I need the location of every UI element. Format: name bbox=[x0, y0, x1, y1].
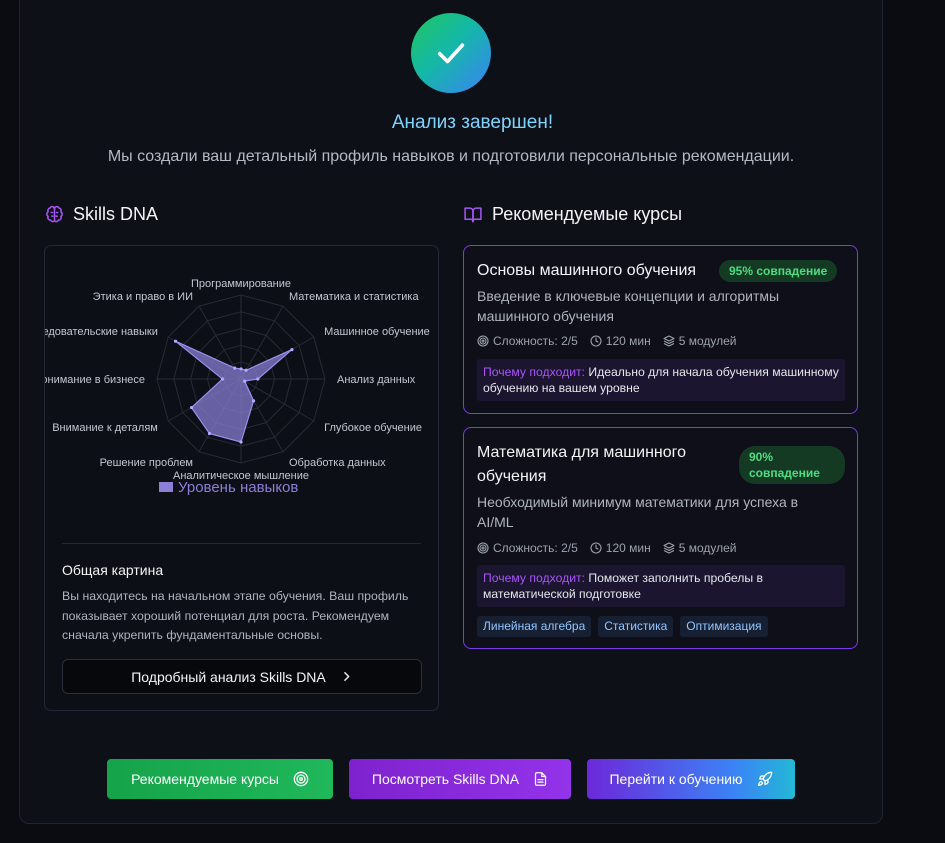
difficulty-meta: Сложность: 2/5 bbox=[477, 334, 578, 348]
radar-data-point bbox=[233, 366, 237, 370]
radar-data-point bbox=[243, 379, 247, 383]
book-open-icon bbox=[464, 207, 482, 223]
layers-icon bbox=[663, 542, 675, 554]
overview-title: Общая картина bbox=[62, 562, 164, 578]
course-card[interactable]: Основы машинного обучения 95% совпадение… bbox=[463, 245, 858, 414]
modules-label: 5 модулей bbox=[678, 334, 737, 348]
page-subtitle: Мы создали ваш детальный профиль навыков… bbox=[107, 148, 795, 165]
recommended-courses-button[interactable]: Рекомендуемые курсы bbox=[107, 759, 333, 799]
radar-axis-label: Машинное обучение bbox=[324, 326, 430, 338]
course-meta: Сложность: 2/5 120 мин 5 модулей bbox=[477, 541, 737, 555]
difficulty-meta: Сложность: 2/5 bbox=[477, 541, 578, 555]
rocket-icon bbox=[757, 771, 772, 786]
match-badge: 95% совпадение bbox=[719, 260, 838, 282]
radar-axis-label: Исследовательские навыки bbox=[45, 326, 158, 338]
recommended-courses-button-label: Рекомендуемые курсы bbox=[131, 771, 279, 787]
target-icon bbox=[477, 335, 489, 347]
why-fits-box: Почему подходит: Идеально для начала обу… bbox=[477, 359, 845, 401]
chevron-right-icon bbox=[343, 672, 350, 681]
start-learning-button-label: Перейти к обучению bbox=[609, 771, 743, 787]
radar-data-point bbox=[220, 377, 225, 381]
duration-label: 120 мин bbox=[605, 541, 651, 555]
radar-data-point bbox=[290, 348, 294, 352]
modules-meta: 5 модулей bbox=[663, 334, 737, 348]
legend-label: Уровень навыков bbox=[178, 479, 298, 496]
radar-data-point bbox=[173, 339, 178, 343]
skills-dna-heading-label: Skills DNA bbox=[73, 204, 159, 224]
course-title: Основы машинного обучения bbox=[477, 262, 697, 279]
legend-swatch bbox=[159, 482, 173, 492]
clock-icon bbox=[590, 542, 602, 554]
tag-optimization: Оптимизация bbox=[680, 616, 768, 637]
radar-axis-label: Внимание к деталям bbox=[52, 422, 158, 434]
difficulty-label: Сложность: 2/5 bbox=[493, 541, 578, 555]
course-meta: Сложность: 2/5 120 мин 5 модулей bbox=[477, 334, 737, 348]
recommended-courses-heading: Рекомендуемые курсы bbox=[463, 204, 682, 225]
course-card[interactable]: Математика для машинного обучения 90% со… bbox=[463, 427, 858, 649]
tag-statistics: Статистика bbox=[598, 616, 674, 637]
why-fits-label: Почему подходит: bbox=[483, 365, 585, 379]
radar-data-point bbox=[244, 368, 248, 372]
radar-data-point bbox=[239, 367, 243, 371]
why-fits-box: Почему подходит: Поможет заполнить пробе… bbox=[477, 565, 845, 607]
start-learning-button[interactable]: Перейти к обучению bbox=[587, 759, 795, 799]
course-title: Математика для машинного обучения bbox=[477, 444, 687, 485]
duration-label: 120 мин bbox=[605, 334, 651, 348]
duration-meta: 120 мин bbox=[590, 334, 651, 348]
duration-meta: 120 мин bbox=[590, 541, 651, 555]
radar-data-point bbox=[239, 440, 243, 444]
radar-axis-label: Понимание в бизнесе bbox=[45, 374, 145, 386]
radar-data-point bbox=[256, 377, 260, 381]
radar-data-point bbox=[189, 405, 194, 410]
clock-icon bbox=[590, 335, 602, 347]
course-description: Необходимый минимум математики для успех… bbox=[477, 494, 799, 530]
course-tags: Линейная алгебра Статистика Оптимизация bbox=[477, 616, 768, 637]
tag-linear-algebra: Линейная алгебра bbox=[477, 616, 592, 637]
layers-icon bbox=[663, 335, 675, 347]
radar-axis-label: Обработка данных bbox=[289, 457, 386, 469]
modules-label: 5 модулей bbox=[678, 541, 737, 555]
radar-series-area bbox=[175, 340, 293, 443]
overview-text: Вы находитесь на начальном этапе обучени… bbox=[62, 589, 409, 642]
radar-axis-label: Программирование bbox=[191, 278, 291, 290]
radar-axis-label: Анализ данных bbox=[337, 374, 416, 386]
radar-axis-label: Решение проблем bbox=[100, 457, 193, 469]
detailed-analysis-button[interactable]: Подробный анализ Skills DNA bbox=[62, 659, 422, 694]
skills-dna-heading: Skills DNA bbox=[45, 204, 158, 225]
check-icon bbox=[437, 43, 465, 64]
modules-meta: 5 модулей bbox=[663, 541, 737, 555]
radar-axis-label: Математика и статистика bbox=[289, 291, 419, 303]
radar-data-point bbox=[252, 399, 256, 403]
page-title: Анализ завершен! bbox=[391, 112, 554, 133]
radar-axis-label: Глубокое обучение bbox=[324, 422, 422, 434]
card-divider bbox=[62, 543, 421, 544]
match-badge: 90% совпадение bbox=[739, 446, 845, 484]
target-icon bbox=[477, 542, 489, 554]
skills-dna-card: Программирование Математика и статистика М… bbox=[44, 245, 439, 711]
view-skills-dna-button-label: Посмотреть Skills DNA bbox=[371, 771, 520, 787]
course-description: Введение в ключевые концепции и алгоритм… bbox=[477, 288, 780, 324]
file-text-icon bbox=[534, 772, 547, 786]
brain-icon bbox=[46, 205, 63, 223]
recommended-courses-heading-label: Рекомендуемые курсы bbox=[492, 204, 683, 224]
success-check-badge bbox=[411, 13, 491, 93]
detailed-analysis-label: Подробный анализ Skills DNA bbox=[131, 668, 326, 685]
skills-radar-chart: ПрограммированиеМатематика и статистика М… bbox=[45, 278, 430, 496]
target-icon bbox=[293, 771, 309, 787]
radar-axis-label: Этика и право в ИИ bbox=[93, 291, 193, 303]
radar-data-point bbox=[207, 431, 212, 436]
view-skills-dna-button[interactable]: Посмотреть Skills DNA bbox=[349, 759, 571, 799]
why-fits-label: Почему подходит: bbox=[483, 571, 585, 585]
difficulty-label: Сложность: 2/5 bbox=[493, 334, 578, 348]
